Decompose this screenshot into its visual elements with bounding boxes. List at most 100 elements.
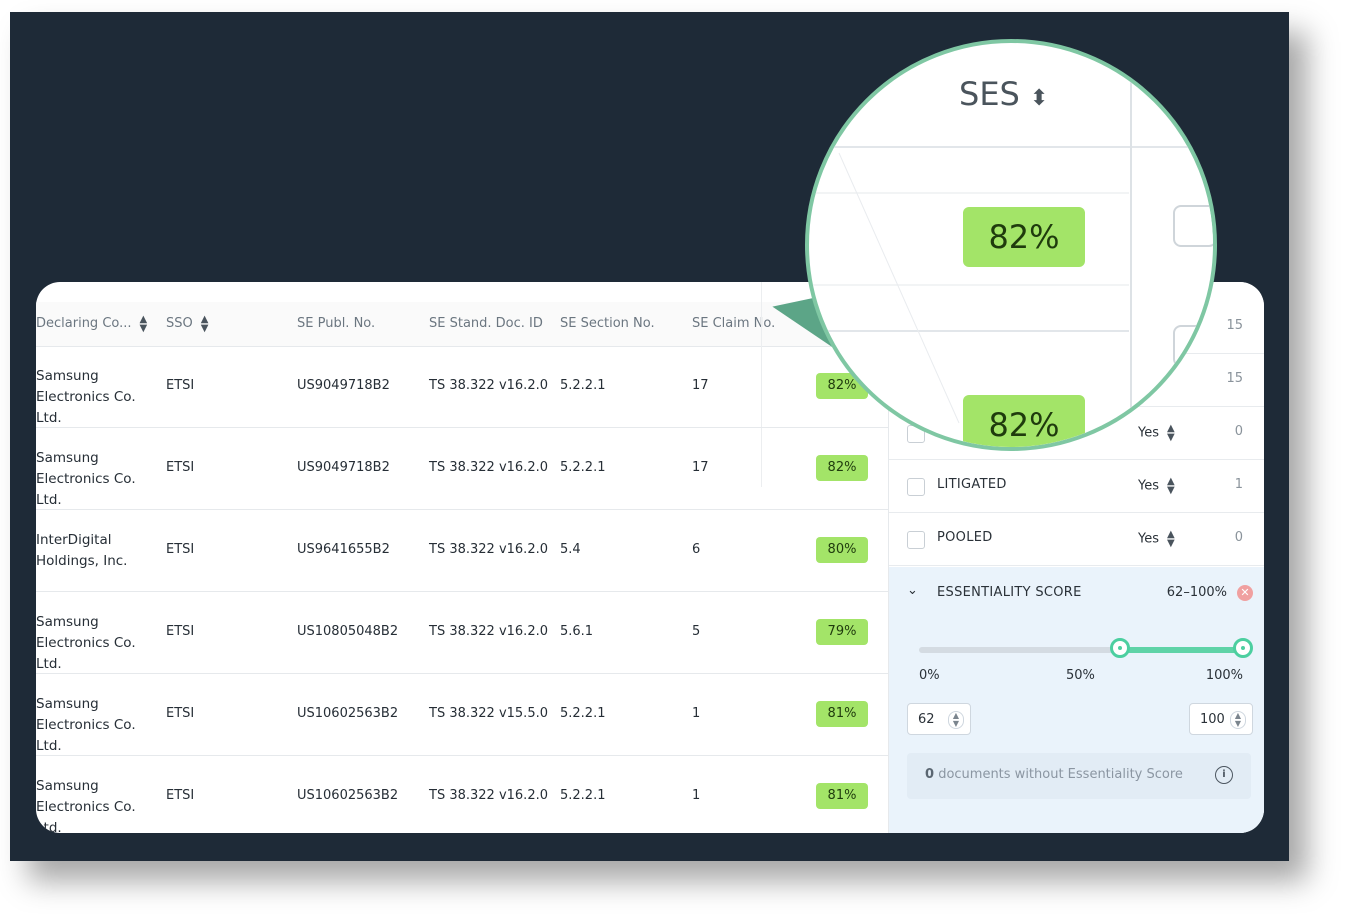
no-score-count: 0: [925, 767, 935, 782]
cell-publ-no: US10602563B2: [297, 706, 399, 721]
filter-count: 15: [1226, 318, 1243, 333]
cell-publ-no: US9049718B2: [297, 460, 390, 475]
ses-badge: 81%: [816, 783, 868, 809]
table-row[interactable]: Samsung Electronics Co. Ltd. ETSI US106025…: [36, 756, 888, 833]
filter-label: LITIGATED: [937, 477, 1007, 492]
filter-value-select[interactable]: Yes ▲ ▼: [1138, 530, 1175, 549]
cell-sso: ETSI: [166, 378, 195, 393]
ses-badge: 81%: [816, 701, 868, 727]
table-row[interactable]: Samsung Electronics Co. Ltd. ETSI US108050…: [36, 592, 888, 674]
cell-section-no: 5.6.1: [560, 624, 594, 639]
table-row[interactable]: InterDigital Holdings, Inc. ETSI US9641655…: [36, 510, 888, 592]
zoom-magnifier: SES ⬍ 82% 82%: [805, 39, 1217, 451]
filter-value-text: Yes: [1138, 478, 1159, 494]
filter-count: 0: [1234, 424, 1243, 439]
info-icon[interactable]: i: [1215, 766, 1233, 784]
stepper-icon[interactable]: ▲ ▼: [1230, 711, 1246, 729]
chevron-updown-icon[interactable]: ▲ ▼: [1167, 477, 1175, 496]
cell-company: Samsung Electronics Co. Ltd.: [36, 778, 136, 833]
cell-publ-no: US9641655B2: [297, 542, 390, 557]
filter-row[interactable]: LITIGATED Yes ▲ ▼ 1: [889, 460, 1264, 513]
cell-claim-no: 17: [692, 460, 709, 475]
magnified-ses-badge: 82%: [963, 207, 1085, 267]
cell-company: Samsung Electronics Co. Ltd.: [36, 450, 136, 508]
filter-value-text: Yes: [1138, 531, 1159, 547]
cell-sso: ETSI: [166, 460, 195, 475]
tick-min: 0%: [919, 668, 940, 683]
no-score-text: documents without Essentiality Score: [938, 767, 1183, 782]
magnified-ses-badge: 82%: [963, 395, 1085, 447]
filter-checkbox[interactable]: [907, 531, 925, 549]
cell-section-no: 5.2.2.1: [560, 378, 606, 393]
cell-publ-no: US10805048B2: [297, 624, 399, 639]
cell-claim-no: 5: [692, 624, 701, 639]
cell-sso: ETSI: [166, 788, 195, 803]
cell-company: Samsung Electronics Co. Ltd.: [36, 368, 136, 426]
cell-doc-id: TS 38.322 v16.2.0: [429, 542, 548, 557]
essentiality-slider[interactable]: [919, 638, 1253, 658]
col-section-no[interactable]: SE Section No.: [560, 302, 655, 346]
sort-icon[interactable]: ▲ ▼: [140, 314, 148, 333]
cell-section-no: 5.2.2.1: [560, 460, 606, 475]
col-declaring-company[interactable]: Declaring Co... ▲ ▼: [36, 302, 147, 346]
min-score-input[interactable]: 62 ▲ ▼: [907, 703, 971, 735]
col-claim-no[interactable]: SE Claim No.: [692, 302, 775, 346]
table-row[interactable]: Samsung Electronics Co. Ltd. ETSI US904971…: [36, 428, 888, 510]
cell-claim-no: 1: [692, 788, 701, 803]
cell-publ-no: US10602563B2: [297, 788, 399, 803]
sort-icon[interactable]: ▲ ▼: [201, 314, 209, 333]
cell-sso: ETSI: [166, 706, 195, 721]
cell-claim-no: 1: [692, 706, 701, 721]
essentiality-filter: ⌄ ESSENTIALITY SCORE 62–100% ✕ 0% 50% 10…: [889, 567, 1264, 833]
filter-label: POOLED: [937, 530, 993, 545]
max-score-input[interactable]: 100 ▲ ▼: [1189, 703, 1253, 735]
table-row[interactable]: Samsung Electronics Co. Ltd. ETSI US904971…: [36, 346, 888, 428]
tick-mid: 50%: [1066, 668, 1095, 683]
ses-badge: 80%: [816, 537, 868, 563]
cell-sso: ETSI: [166, 542, 195, 557]
cell-section-no: 5.4: [560, 542, 581, 557]
magnified-checkbox[interactable]: [1173, 325, 1213, 367]
cell-doc-id: TS 38.322 v16.2.0: [429, 788, 548, 803]
filter-checkbox[interactable]: [907, 478, 925, 496]
slider-handle-low[interactable]: [1110, 638, 1130, 658]
essentiality-label: ESSENTIALITY SCORE: [937, 585, 1082, 600]
cell-section-no: 5.2.2.1: [560, 788, 606, 803]
cell-section-no: 5.2.2.1: [560, 706, 606, 721]
ses-badge: 79%: [816, 619, 868, 645]
col-doc-id[interactable]: SE Stand. Doc. ID: [429, 302, 543, 346]
tick-max: 100%: [1205, 668, 1243, 683]
magnified-ses-header[interactable]: SES ⬍: [959, 75, 1048, 113]
chevron-updown-icon[interactable]: ▲ ▼: [1167, 530, 1175, 549]
table-row[interactable]: Samsung Electronics Co. Ltd. ETSI US106025…: [36, 674, 888, 756]
filter-count: 0: [1234, 530, 1243, 545]
cell-company: Samsung Electronics Co. Ltd.: [36, 696, 136, 754]
filter-value-select[interactable]: Yes ▲ ▼: [1138, 477, 1175, 496]
cell-company: InterDigital Holdings, Inc.: [36, 532, 128, 569]
cell-claim-no: 17: [692, 378, 709, 393]
cell-company: Samsung Electronics Co. Ltd.: [36, 614, 136, 672]
cell-claim-no: 6: [692, 542, 701, 557]
cell-publ-no: US9049718B2: [297, 378, 390, 393]
filter-count: 15: [1226, 371, 1243, 386]
slider-handle-high[interactable]: [1233, 638, 1253, 658]
col-publ-no[interactable]: SE Publ. No.: [297, 302, 375, 346]
filter-count: 1: [1234, 477, 1243, 492]
cell-sso: ETSI: [166, 624, 195, 639]
no-score-notice: 0 documents without Essentiality Score i: [907, 753, 1251, 799]
essentiality-range: 62–100%: [1166, 585, 1227, 600]
cell-doc-id: TS 38.322 v16.2.0: [429, 624, 548, 639]
stepper-icon[interactable]: ▲ ▼: [948, 711, 964, 729]
ses-badge: 82%: [816, 455, 868, 481]
col-sso[interactable]: SSO ▲ ▼: [166, 302, 208, 346]
patent-table: Declaring Co... ▲ ▼ SSO ▲ ▼ SE Publ. No. SE …: [36, 282, 888, 833]
cell-doc-id: TS 38.322 v16.2.0: [429, 460, 548, 475]
cell-doc-id: TS 38.322 v15.5.0: [429, 706, 548, 721]
sort-icon[interactable]: ⬍: [1030, 86, 1048, 111]
magnified-checkbox[interactable]: [1173, 205, 1213, 247]
clear-filter-icon[interactable]: ✕: [1237, 585, 1253, 601]
cell-doc-id: TS 38.322 v16.2.0: [429, 378, 548, 393]
slider-range-fill: [1120, 647, 1243, 653]
chevron-down-icon[interactable]: ⌄: [907, 583, 918, 598]
filter-row[interactable]: POOLED Yes ▲ ▼ 0: [889, 513, 1264, 566]
